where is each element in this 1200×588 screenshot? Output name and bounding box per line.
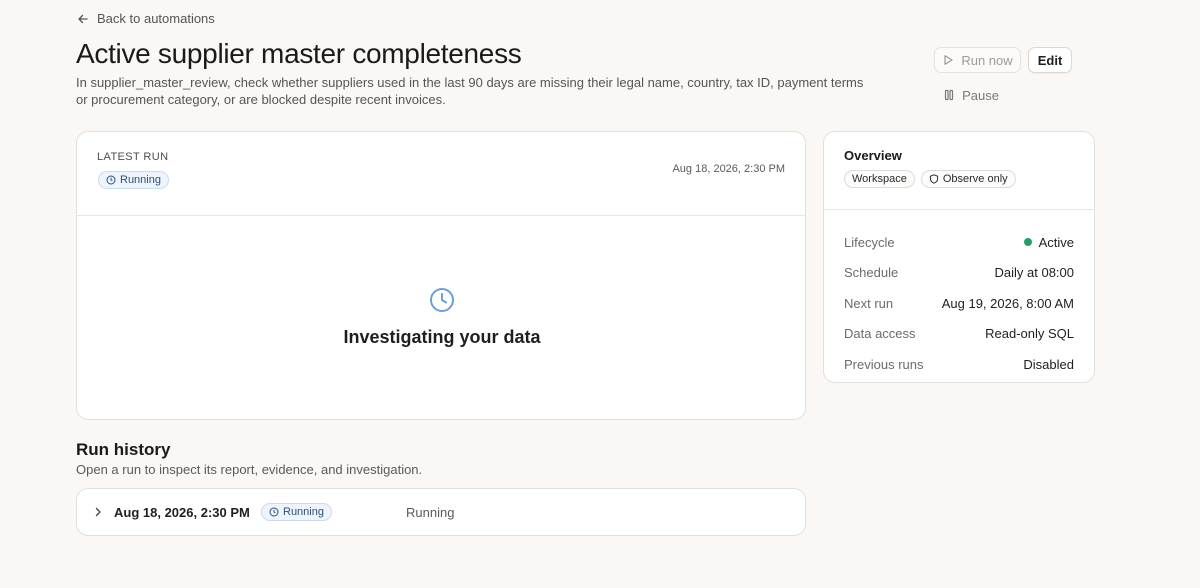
- overview-chips: Workspace Observe only: [844, 170, 1016, 188]
- chevron-right-icon[interactable]: [93, 507, 103, 517]
- overview-row-value: Active: [1023, 234, 1074, 250]
- overview-title: Overview: [844, 148, 902, 163]
- play-icon: [944, 55, 953, 65]
- latest-run-eyebrow: LATEST RUN: [97, 151, 169, 163]
- clock-icon: [430, 288, 454, 312]
- overview-row-label: Next run: [844, 295, 894, 311]
- overview-row-label: Lifecycle: [844, 234, 895, 250]
- empty-state-title: Investigating your data: [343, 327, 541, 347]
- overview-row-previous-runs: Previous runs Disabled: [844, 349, 1074, 380]
- status-badge: Running: [261, 503, 332, 521]
- overview-row-value: Disabled: [1023, 356, 1074, 372]
- status-badge-label: Running: [120, 174, 161, 186]
- overview-header: Overview Workspace Observe only: [824, 132, 1094, 210]
- pause-button[interactable]: Pause: [938, 85, 1004, 105]
- back-link-label: Back to automations: [97, 11, 215, 26]
- run-history-title: Run history: [76, 440, 171, 459]
- shield-icon: [929, 174, 938, 184]
- overview-row-schedule: Schedule Daily at 08:00: [844, 258, 1074, 289]
- run-now-button[interactable]: Run now: [934, 47, 1021, 73]
- pause-label: Pause: [962, 87, 999, 103]
- overview-row-label: Schedule: [844, 265, 899, 281]
- lifecycle-value: Active: [1038, 234, 1074, 250]
- observe-only-chip: Observe only: [920, 170, 1016, 188]
- page-title: Active supplier master completeness: [76, 38, 522, 69]
- arrow-left-icon: [78, 14, 88, 23]
- active-status-dot: [1023, 238, 1032, 247]
- overview-row-data-access: Data access Read-only SQL: [844, 319, 1074, 350]
- pause-icon: [944, 89, 954, 101]
- latest-run-card: LATEST RUN Running Aug 18, 2026, 2:30 PM…: [76, 131, 806, 420]
- run-history-subtitle: Open a run to inspect its report, eviden…: [76, 462, 423, 477]
- run-history-row[interactable]: Aug 18, 2026, 2:30 PM Running Running: [76, 488, 806, 536]
- workspace-chip: Workspace: [844, 170, 915, 188]
- overview-rows: Lifecycle Active Schedule Daily at 08:00…: [844, 227, 1074, 380]
- overview-row-value: Daily at 08:00: [994, 265, 1075, 281]
- overview-row-value: Aug 19, 2026, 8:00 AM: [941, 295, 1074, 311]
- edit-button[interactable]: Edit: [1028, 47, 1072, 73]
- overview-row-label: Data access: [844, 326, 916, 342]
- clock-icon: [269, 507, 279, 517]
- overview-card: Overview Workspace Observe only Lifecycl…: [823, 131, 1095, 383]
- page-description: In supplier_master_review, check whether…: [76, 75, 864, 107]
- status-badge-label: Running: [283, 506, 324, 518]
- latest-run-header: LATEST RUN Running Aug 18, 2026, 2:30 PM: [77, 132, 805, 216]
- back-to-automations-link[interactable]: Back to automations: [77, 11, 215, 26]
- overview-row-value: Read-only SQL: [985, 326, 1074, 342]
- run-status-text: Running: [406, 505, 455, 520]
- observe-only-label: Observe only: [942, 173, 1008, 185]
- overview-row-label: Previous runs: [844, 356, 924, 372]
- overview-row-next-run: Next run Aug 19, 2026, 8:00 AM: [844, 288, 1074, 319]
- empty-state: [77, 287, 807, 313]
- run-date: Aug 18, 2026, 2:30 PM: [114, 505, 250, 520]
- clock-icon: [106, 175, 116, 185]
- latest-run-timestamp: Aug 18, 2026, 2:30 PM: [672, 163, 785, 175]
- status-badge: Running: [98, 171, 169, 189]
- overview-row-lifecycle: Lifecycle Active: [844, 227, 1074, 258]
- run-now-label: Run now: [961, 52, 1013, 68]
